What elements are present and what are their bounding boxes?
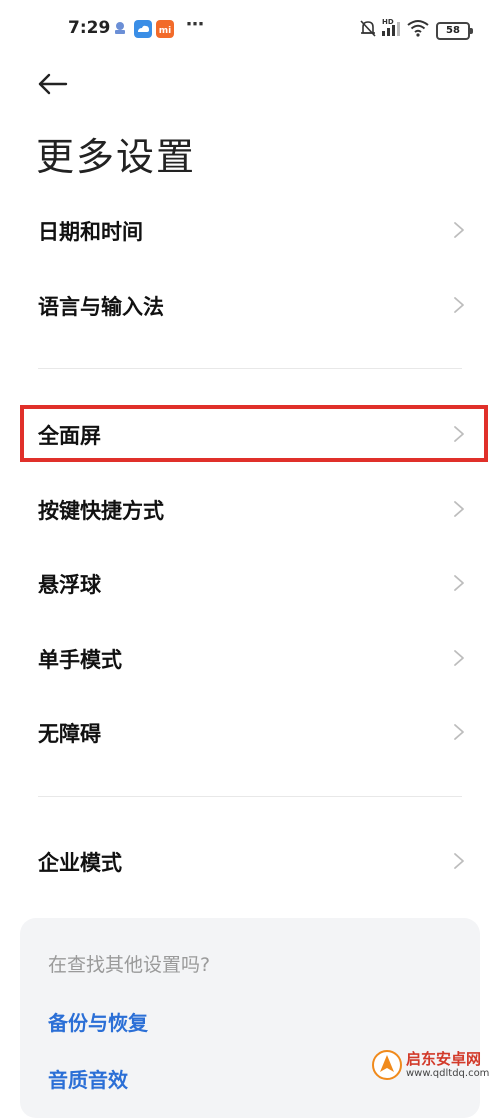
watermark-logo-icon xyxy=(372,1050,402,1080)
suggestions-card: 在查找其他设置吗? 备份与恢复 音质音效 xyxy=(20,918,480,1118)
page-title: 更多设置 xyxy=(36,135,197,179)
mi-app-icon: mi xyxy=(156,20,174,38)
settings-item-label: 企业模式 xyxy=(38,851,122,875)
suggestion-link-sound-quality[interactable]: 音质音效 xyxy=(48,1064,128,1093)
chevron-right-icon xyxy=(452,295,466,315)
settings-item-button-shortcuts[interactable]: 按键快捷方式 xyxy=(0,479,500,539)
settings-item-label: 日期和时间 xyxy=(38,220,143,244)
settings-item-one-handed-mode[interactable]: 单手模式 xyxy=(0,628,500,688)
settings-item-date-time[interactable]: 日期和时间 xyxy=(0,200,500,260)
notification-icon xyxy=(112,20,128,36)
hd-signal-icon: HD xyxy=(380,16,404,38)
chevron-right-icon xyxy=(452,722,466,742)
chevron-right-icon xyxy=(452,648,466,668)
chevron-right-icon xyxy=(452,851,466,871)
settings-item-enterprise-mode[interactable]: 企业模式 xyxy=(0,831,500,891)
more-notifications-icon: ⋯ xyxy=(186,14,205,35)
watermark: 启东安卓网 www.qdltdq.com xyxy=(372,1048,500,1084)
back-arrow-icon xyxy=(34,73,74,108)
watermark-name: 启东安卓网 xyxy=(406,1050,482,1068)
settings-item-label: 按键快捷方式 xyxy=(38,499,164,523)
settings-item-accessibility[interactable]: 无障碍 xyxy=(0,702,500,762)
settings-item-language-input[interactable]: 语言与输入法 xyxy=(0,275,500,335)
status-bar: 7:29 mi ⋯ HD 58 xyxy=(0,0,500,60)
section-divider xyxy=(38,368,462,369)
svg-text:HD: HD xyxy=(382,18,394,26)
suggestions-title: 在查找其他设置吗? xyxy=(48,954,211,976)
settings-item-label: 无障碍 xyxy=(38,722,101,746)
settings-item-label: 语言与输入法 xyxy=(38,295,164,319)
cloud-app-icon xyxy=(134,20,152,38)
battery-icon: 58 xyxy=(436,22,473,40)
mute-icon xyxy=(358,18,378,38)
watermark-url: www.qdltdq.com xyxy=(406,1068,490,1079)
section-divider xyxy=(38,796,462,797)
settings-item-label: 悬浮球 xyxy=(38,573,101,597)
chevron-right-icon xyxy=(452,573,466,593)
status-time: 7:29 xyxy=(68,18,111,38)
back-button[interactable] xyxy=(34,64,74,104)
chevron-right-icon xyxy=(452,220,466,240)
settings-item-label: 单手模式 xyxy=(38,648,122,672)
svg-text:mi: mi xyxy=(159,26,171,36)
suggestion-link-backup-restore[interactable]: 备份与恢复 xyxy=(48,1007,148,1036)
chevron-right-icon xyxy=(452,499,466,519)
wifi-icon xyxy=(406,18,430,38)
settings-item-quick-ball[interactable]: 悬浮球 xyxy=(0,553,500,613)
highlight-box xyxy=(20,405,488,462)
